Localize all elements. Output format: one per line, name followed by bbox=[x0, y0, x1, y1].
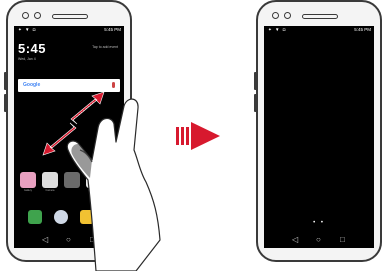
gesture-overlay bbox=[42, 91, 220, 271]
pinch-arrow-up-right-icon bbox=[70, 91, 105, 125]
hand-gesture-icon bbox=[66, 98, 161, 271]
transition-arrow-icon bbox=[176, 122, 220, 150]
